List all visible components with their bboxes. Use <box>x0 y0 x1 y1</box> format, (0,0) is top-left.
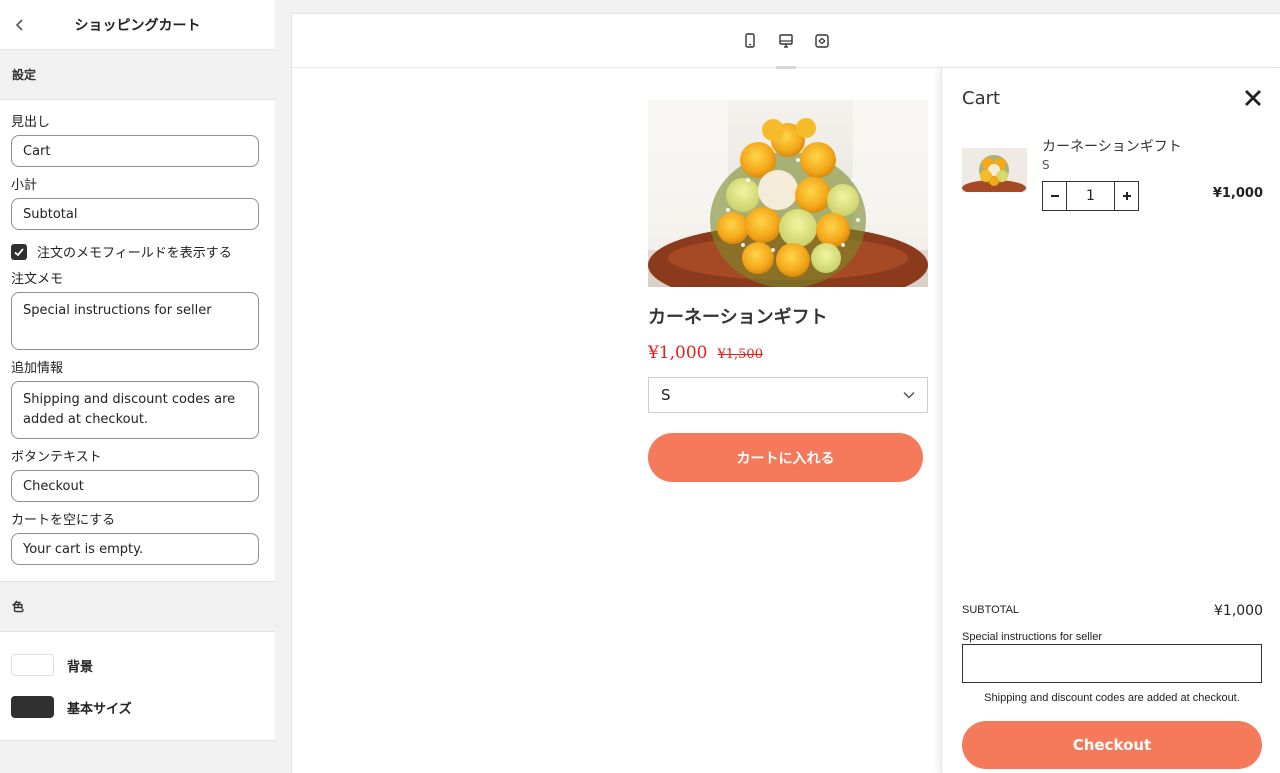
subtotal-value: ¥1,000 <box>1214 603 1263 619</box>
sidebar-header: ショッピングカート <box>0 0 275 50</box>
checkout-button[interactable]: Checkout <box>962 721 1262 769</box>
quantity-input[interactable]: 1 <box>1067 181 1114 211</box>
mobile-icon <box>745 32 755 48</box>
minus-icon <box>1050 195 1059 197</box>
cart-title: Cart <box>962 88 1001 109</box>
colors-section-header: 色 <box>0 582 275 632</box>
plus-icon <box>1122 192 1131 200</box>
product-title: カーネーションギフト <box>648 307 828 328</box>
info-label: 追加情報 <box>11 361 64 376</box>
show-note-checkbox[interactable] <box>11 243 27 260</box>
show-note-checkbox-row[interactable]: 注文のメモフィールドを表示する <box>11 242 264 261</box>
settings-section-body: 見出し Cart 小計 Subtotal 注文のメモフィールドを表示する 注文メ… <box>0 100 275 582</box>
variant-select-value: S <box>661 386 671 404</box>
cart-item-name: カーネーションギフト <box>1042 139 1182 155</box>
chevron-left-icon <box>15 18 23 31</box>
button-text-input[interactable]: Checkout <box>11 470 259 502</box>
primary-color-label: 基本サイズ <box>67 701 132 717</box>
close-icon <box>1245 90 1261 106</box>
note-textarea[interactable]: Special instructions for seller <box>11 292 259 350</box>
increase-quantity-button[interactable] <box>1114 181 1139 211</box>
cart-item-thumbnail[interactable] <box>962 148 1027 192</box>
fullscreen-view-button[interactable] <box>804 23 840 59</box>
desktop-icon <box>779 33 793 48</box>
order-note-label: Special instructions for seller <box>962 631 1103 643</box>
background-color-label: 背景 <box>67 659 94 675</box>
chevron-down-icon <box>903 391 915 399</box>
sidebar-title: ショッピングカート <box>74 17 201 34</box>
background-color-swatch[interactable] <box>11 654 54 676</box>
settings-sidebar: ショッピングカート 設定 見出し Cart 小計 Subtotal 注文のメモフ… <box>0 0 275 773</box>
cart-item-price: ¥1,000 <box>1212 186 1263 201</box>
order-note-textarea[interactable] <box>962 644 1262 683</box>
info-textarea[interactable]: Shipping and discount codes are added at… <box>11 381 259 439</box>
primary-color-swatch[interactable] <box>11 696 54 718</box>
product-price: ¥1,000 <box>648 343 708 363</box>
button-text-label: ボタンテキスト <box>11 450 102 465</box>
cart-item-variant: S <box>1042 158 1050 172</box>
desktop-view-button[interactable] <box>768 23 804 69</box>
preview-toolbar <box>292 14 1280 69</box>
decrease-quantity-button[interactable] <box>1042 181 1067 211</box>
preview-pane: カーネーションギフト ¥1,000 ¥1,500 S カートに入れる Cart … <box>291 13 1280 773</box>
colors-section-body: 背景 基本サイズ <box>0 632 275 741</box>
add-to-cart-button[interactable]: カートに入れる <box>648 433 923 482</box>
empty-cart-label: カートを空にする <box>11 513 116 528</box>
variant-select[interactable]: S <box>648 377 928 413</box>
show-note-label: 注文のメモフィールドを表示する <box>37 246 232 261</box>
empty-cart-input[interactable]: Your cart is empty. <box>11 533 259 565</box>
heading-input[interactable]: Cart <box>11 135 259 167</box>
mobile-view-button[interactable] <box>732 23 768 59</box>
note-label: 注文メモ <box>11 272 64 287</box>
product-card: カーネーションギフト ¥1,000 ¥1,500 S カートに入れる <box>648 100 928 482</box>
heading-label: 見出し <box>11 115 51 130</box>
cart-info-text: Shipping and discount codes are added at… <box>984 692 1240 704</box>
fullscreen-icon <box>815 33 829 48</box>
close-button[interactable] <box>1241 86 1265 110</box>
product-compare-price: ¥1,500 <box>717 347 763 362</box>
back-button[interactable] <box>0 0 40 50</box>
color-row-background: 背景 <box>11 654 264 676</box>
subtotal-label: 小計 <box>11 178 38 193</box>
color-row-primary: 基本サイズ <box>11 696 264 718</box>
cart-drawer: Cart カーネーションギフト S 1 ¥1,000 SUBTOTAL ¥1,0… <box>941 68 1280 773</box>
subtotal-label: SUBTOTAL <box>962 604 1020 616</box>
settings-section-header: 設定 <box>0 50 275 100</box>
subtotal-input[interactable]: Subtotal <box>11 198 259 230</box>
product-image[interactable] <box>648 100 928 287</box>
checkmark-icon <box>14 247 24 256</box>
quantity-stepper: 1 <box>1042 181 1139 211</box>
product-prices: ¥1,000 ¥1,500 <box>648 343 928 363</box>
